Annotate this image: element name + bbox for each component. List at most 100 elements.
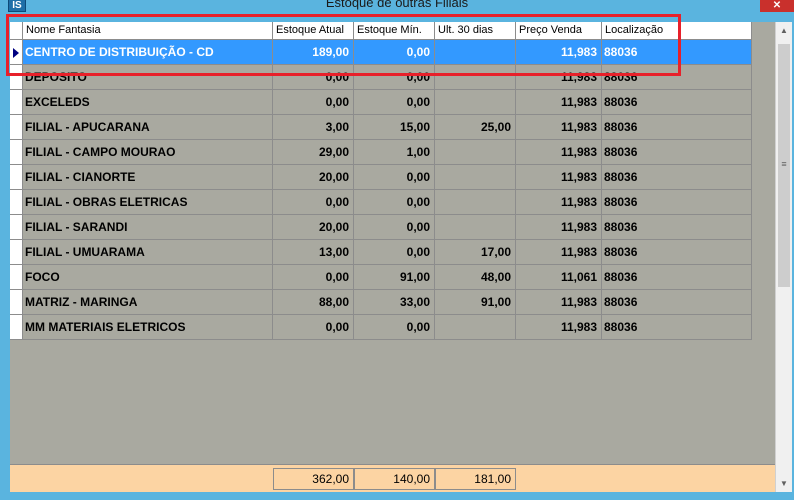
table-cell-preco[interactable]: 11,983	[516, 240, 602, 265]
grip-icon: ≡	[781, 159, 787, 169]
table-cell-loc[interactable]: 88036	[602, 190, 752, 215]
table-cell-preco[interactable]: 11,983	[516, 215, 602, 240]
table-cell-loc[interactable]: 88036	[602, 215, 752, 240]
row-indicator[interactable]	[10, 115, 23, 140]
column-header-loc[interactable]: Localização	[602, 22, 752, 40]
table-cell-ult30[interactable]: 91,00	[435, 290, 516, 315]
row-indicator[interactable]	[10, 90, 23, 115]
table-cell-ult30[interactable]	[435, 40, 516, 65]
table-cell-min[interactable]: 15,00	[354, 115, 435, 140]
table-cell-atual[interactable]: 3,00	[273, 115, 354, 140]
table-cell-loc[interactable]: 88036	[602, 65, 752, 90]
table-cell-loc[interactable]: 88036	[602, 140, 752, 165]
row-indicator[interactable]	[10, 240, 23, 265]
table-cell-atual[interactable]: 0,00	[273, 265, 354, 290]
table-cell-nome[interactable]: FILIAL - APUCARANA	[23, 115, 273, 140]
table-cell-min[interactable]: 0,00	[354, 215, 435, 240]
table-cell-nome[interactable]: MM MATERIAIS ELETRICOS	[23, 315, 273, 340]
table-cell-nome[interactable]: DEPOSITO	[23, 65, 273, 90]
table-cell-atual[interactable]: 0,00	[273, 65, 354, 90]
table-cell-loc[interactable]: 88036	[602, 290, 752, 315]
column-header-min[interactable]: Estoque Mín.	[354, 22, 435, 40]
table-cell-atual[interactable]: 13,00	[273, 240, 354, 265]
table-cell-min[interactable]: 1,00	[354, 140, 435, 165]
table-cell-min[interactable]: 0,00	[354, 315, 435, 340]
table-cell-ult30[interactable]	[435, 90, 516, 115]
row-indicator[interactable]	[10, 165, 23, 190]
table-cell-nome[interactable]: FILIAL - OBRAS ELETRICAS	[23, 190, 273, 215]
table-cell-nome[interactable]: FILIAL - CAMPO MOURAO	[23, 140, 273, 165]
table-cell-loc[interactable]: 88036	[602, 115, 752, 140]
scroll-down-icon[interactable]: ▼	[776, 475, 792, 492]
table-cell-loc[interactable]: 88036	[602, 265, 752, 290]
table-cell-preco[interactable]: 11,061	[516, 265, 602, 290]
table-cell-atual[interactable]: 0,00	[273, 90, 354, 115]
table-cell-atual[interactable]: 20,00	[273, 165, 354, 190]
row-indicator[interactable]	[10, 290, 23, 315]
table-cell-nome[interactable]: FILIAL - UMUARAMA	[23, 240, 273, 265]
table-cell-ult30[interactable]: 17,00	[435, 240, 516, 265]
row-indicator[interactable]	[10, 265, 23, 290]
table-cell-min[interactable]: 0,00	[354, 40, 435, 65]
row-indicator[interactable]	[10, 65, 23, 90]
table-cell-ult30[interactable]	[435, 165, 516, 190]
table-cell-ult30[interactable]	[435, 215, 516, 240]
row-indicator[interactable]	[10, 140, 23, 165]
table-cell-ult30[interactable]	[435, 65, 516, 90]
window-title: Estoque de outras Filiais	[325, 0, 469, 10]
table-cell-preco[interactable]: 11,983	[516, 140, 602, 165]
totals-footer: 362,00 140,00 181,00	[10, 464, 775, 492]
table-cell-loc[interactable]: 88036	[602, 40, 752, 65]
table-cell-ult30[interactable]	[435, 315, 516, 340]
table-cell-atual[interactable]: 88,00	[273, 290, 354, 315]
scroll-up-icon[interactable]: ▲	[776, 22, 792, 39]
column-header-preco[interactable]: Preço Venda	[516, 22, 602, 40]
table-cell-nome[interactable]: FILIAL - SARANDI	[23, 215, 273, 240]
table-cell-atual[interactable]: 29,00	[273, 140, 354, 165]
table-cell-preco[interactable]: 11,983	[516, 65, 602, 90]
row-indicator[interactable]	[10, 40, 23, 65]
total-ult30: 181,00	[435, 468, 516, 490]
table-cell-min[interactable]: 91,00	[354, 265, 435, 290]
table-cell-ult30[interactable]	[435, 190, 516, 215]
vertical-scrollbar[interactable]: ▲ ≡ ▼	[775, 22, 792, 492]
table-cell-loc[interactable]: 88036	[602, 240, 752, 265]
table-cell-preco[interactable]: 11,983	[516, 315, 602, 340]
table-cell-preco[interactable]: 11,983	[516, 190, 602, 215]
table-cell-min[interactable]: 0,00	[354, 90, 435, 115]
close-button[interactable]: ✕	[760, 0, 794, 12]
table-cell-nome[interactable]: FOCO	[23, 265, 273, 290]
table-cell-min[interactable]: 0,00	[354, 65, 435, 90]
table-cell-loc[interactable]: 88036	[602, 90, 752, 115]
table-cell-ult30[interactable]: 25,00	[435, 115, 516, 140]
table-cell-atual[interactable]: 20,00	[273, 215, 354, 240]
table-cell-preco[interactable]: 11,983	[516, 165, 602, 190]
table-cell-nome[interactable]: CENTRO DE DISTRIBUIÇÃO - CD	[23, 40, 273, 65]
table-cell-preco[interactable]: 11,983	[516, 115, 602, 140]
scroll-thumb[interactable]: ≡	[778, 44, 790, 287]
table-cell-min[interactable]: 0,00	[354, 190, 435, 215]
table-cell-min[interactable]: 0,00	[354, 240, 435, 265]
table-cell-preco[interactable]: 11,983	[516, 40, 602, 65]
table-cell-nome[interactable]: MATRIZ - MARINGA	[23, 290, 273, 315]
table-cell-min[interactable]: 0,00	[354, 165, 435, 190]
table-cell-preco[interactable]: 11,983	[516, 90, 602, 115]
total-min: 140,00	[354, 468, 435, 490]
table-cell-nome[interactable]: FILIAL - CIANORTE	[23, 165, 273, 190]
column-header-ult30[interactable]: Ult. 30 dias	[435, 22, 516, 40]
table-cell-loc[interactable]: 88036	[602, 315, 752, 340]
table-cell-atual[interactable]: 189,00	[273, 40, 354, 65]
table-cell-ult30[interactable]	[435, 140, 516, 165]
row-indicator[interactable]	[10, 315, 23, 340]
table-cell-nome[interactable]: EXCELEDS	[23, 90, 273, 115]
column-header-nome[interactable]: Nome Fantasia	[23, 22, 273, 40]
table-cell-loc[interactable]: 88036	[602, 165, 752, 190]
row-indicator[interactable]	[10, 215, 23, 240]
table-cell-atual[interactable]: 0,00	[273, 190, 354, 215]
table-cell-min[interactable]: 33,00	[354, 290, 435, 315]
table-cell-atual[interactable]: 0,00	[273, 315, 354, 340]
table-cell-preco[interactable]: 11,983	[516, 290, 602, 315]
table-cell-ult30[interactable]: 48,00	[435, 265, 516, 290]
row-indicator[interactable]	[10, 190, 23, 215]
column-header-atual[interactable]: Estoque Atual	[273, 22, 354, 40]
